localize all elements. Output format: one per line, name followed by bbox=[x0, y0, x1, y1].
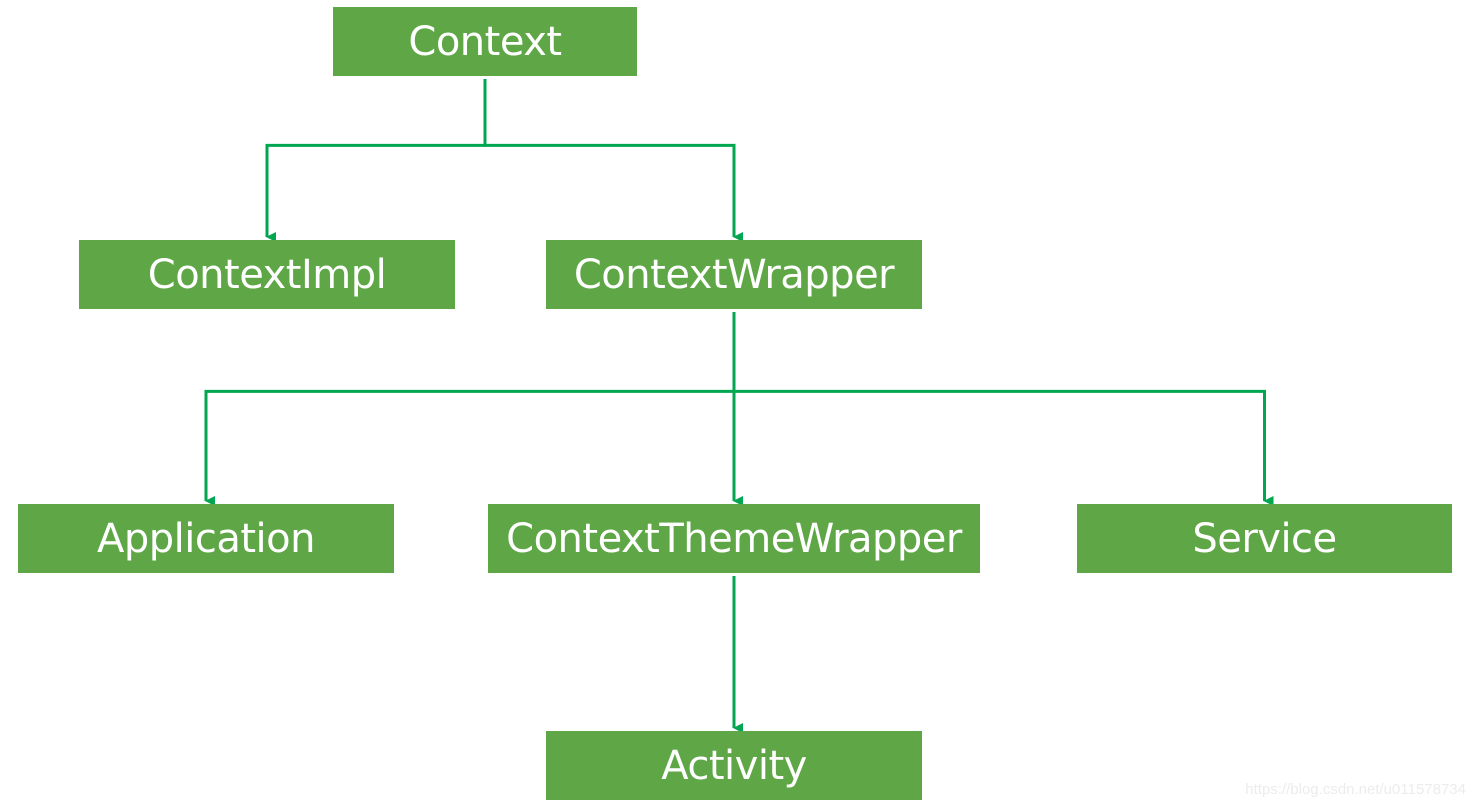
node-service: Service bbox=[1077, 504, 1452, 573]
edges-layer bbox=[204, 79, 1274, 733]
node-activity: Activity bbox=[546, 731, 922, 800]
edge-contextwrapper-to-service bbox=[732, 312, 1274, 506]
node-contextimpl: ContextImpl bbox=[79, 240, 455, 309]
edge-contextwrapper-to-application bbox=[204, 312, 736, 506]
node-label: Service bbox=[1192, 515, 1337, 562]
node-context: Context bbox=[333, 7, 637, 76]
edge-context-to-contextwrapper bbox=[483, 79, 743, 242]
node-contextthemewrapper: ContextThemeWrapper bbox=[488, 504, 980, 573]
watermark: https://blog.csdn.net/u011578734 bbox=[1245, 781, 1466, 798]
node-label: ContextImpl bbox=[147, 251, 387, 298]
node-label: Context bbox=[408, 18, 562, 65]
node-label: ContextThemeWrapper bbox=[506, 515, 962, 562]
node-application: Application bbox=[18, 504, 394, 573]
node-label: ContextWrapper bbox=[573, 251, 895, 298]
node-label: Application bbox=[97, 515, 316, 562]
edge-context-to-contextimpl bbox=[265, 79, 487, 242]
node-label: Activity bbox=[661, 742, 807, 789]
node-contextwrapper: ContextWrapper bbox=[546, 240, 922, 309]
